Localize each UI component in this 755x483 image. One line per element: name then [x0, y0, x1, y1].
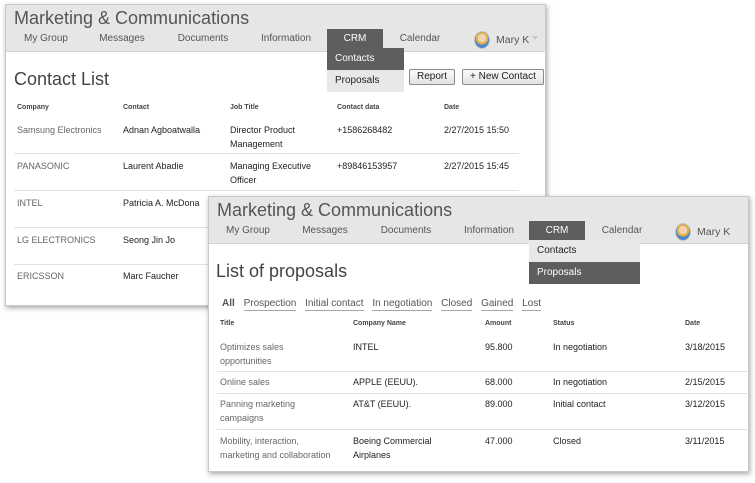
avatar	[474, 31, 490, 49]
row-divider	[14, 190, 519, 191]
contact-company: ERICSSON	[17, 271, 65, 281]
filter-gained[interactable]: Gained	[481, 298, 514, 311]
nav-documents[interactable]: Documents	[172, 29, 234, 52]
contact-job-title: Director Product Management	[230, 125, 296, 149]
contact-name[interactable]: Adnan Agboatwalla	[123, 123, 200, 137]
menu-item-proposals[interactable]: Proposals	[529, 262, 640, 284]
row-divider	[14, 153, 519, 154]
col-header-date: Date	[444, 104, 460, 111]
contact-date: 2/27/2015 15:50	[444, 125, 510, 135]
row-divider	[217, 371, 747, 372]
col-header-title: Title	[220, 320, 235, 327]
proposal-company: APPLE (EEUU).	[353, 377, 419, 387]
filter-in-negotiation[interactable]: In negotiation	[372, 298, 433, 311]
proposal-amount: 68.000	[485, 377, 513, 387]
main-nav: My Group Messages Documents Information …	[209, 221, 748, 244]
nav-my-group[interactable]: My Group	[18, 29, 74, 52]
report-button[interactable]: Report	[409, 69, 456, 85]
proposal-date: 2/15/2015	[685, 377, 726, 387]
proposal-date: 3/12/2015	[685, 399, 726, 409]
nav-information[interactable]: Information	[457, 221, 521, 244]
nav-messages[interactable]: Messages	[297, 221, 353, 244]
nav-my-group[interactable]: My Group	[222, 221, 274, 244]
nav-documents[interactable]: Documents	[375, 221, 437, 244]
proposal-amount: 95.800	[485, 342, 513, 352]
contact-company: PANASONIC	[17, 161, 70, 171]
menu-item-contacts[interactable]: Contacts	[327, 48, 404, 70]
page-title: List of proposals	[216, 261, 348, 281]
proposal-company: Boeing Commercial Airplanes	[353, 436, 432, 460]
nav-information[interactable]: Information	[254, 29, 318, 52]
proposal-status: In negotiation	[553, 342, 608, 352]
contact-name[interactable]: Marc Faucher	[123, 269, 179, 283]
app-title: Marketing & Communications	[217, 200, 453, 220]
proposal-status: In negotiation	[553, 377, 608, 387]
contact-data: +89846153957	[337, 161, 398, 171]
filter-closed[interactable]: Closed	[441, 298, 473, 311]
proposal-title[interactable]: Optimizes sales opportunities	[220, 340, 284, 368]
chevron-down-icon	[532, 36, 538, 40]
col-header-contact-data: Contact data	[337, 104, 380, 111]
proposal-status: Closed	[553, 436, 582, 446]
contact-name[interactable]: Patricia A. McDona	[123, 196, 200, 210]
proposal-company: INTEL	[353, 342, 379, 352]
app-title: Marketing & Communications	[14, 8, 250, 28]
menu-item-proposals[interactable]: Proposals	[327, 70, 404, 92]
col-header-date: Date	[685, 320, 701, 327]
crm-dropdown: Contacts Proposals	[529, 240, 640, 284]
proposal-date: 3/11/2015	[685, 436, 725, 446]
row-divider	[217, 393, 747, 394]
filter-lost[interactable]: Lost	[522, 298, 542, 311]
app-header: Marketing & Communications My Group Mess…	[6, 5, 545, 52]
contact-date: 2/27/2015 15:45	[444, 161, 510, 171]
user-name: Mary K	[697, 226, 731, 238]
proposal-amount: 47.000	[485, 436, 513, 446]
contact-name[interactable]: Seong Jin Jo	[123, 233, 175, 247]
contact-job-title: Managing Executive Officer	[230, 161, 312, 185]
col-header-contact: Contact	[123, 104, 150, 111]
contact-company: Samsung Electronics	[17, 125, 102, 135]
crm-dropdown: Contacts Proposals	[327, 48, 404, 92]
contact-company: INTEL	[17, 198, 43, 208]
filter-prospection[interactable]: Prospection	[243, 298, 297, 311]
proposal-amount: 89.000	[485, 399, 513, 409]
proposal-title[interactable]: Online sales	[220, 375, 270, 389]
col-header-company: Company	[17, 104, 49, 111]
contact-name[interactable]: Laurent Abadie	[123, 159, 184, 173]
proposal-title[interactable]: Panning marketing campaigns	[220, 397, 295, 425]
proposals-window: Marketing & Communications My Group Mess…	[208, 196, 749, 472]
proposal-title[interactable]: Mobility, interaction, marketing and col…	[220, 434, 331, 462]
filter-initial-contact[interactable]: Initial contact	[305, 298, 364, 311]
col-header-status: Status	[553, 320, 575, 327]
avatar	[675, 223, 691, 241]
contact-data: +1586268482	[337, 125, 393, 135]
contact-company: LG ELECTRONICS	[17, 235, 96, 245]
proposal-company: AT&T (EEUU).	[353, 399, 412, 409]
new-contact-button[interactable]: + New Contact	[462, 69, 544, 85]
page-title: Contact List	[14, 69, 110, 89]
col-header-job-title: Job Title	[230, 104, 259, 111]
proposal-status: Initial contact	[553, 399, 606, 409]
app-header: Marketing & Communications My Group Mess…	[209, 197, 748, 244]
col-header-amount: Amount	[485, 320, 512, 327]
nav-messages[interactable]: Messages	[94, 29, 150, 52]
filter-all[interactable]: All	[222, 298, 235, 310]
main-nav: My Group Messages Documents Information …	[6, 29, 545, 52]
col-header-company-name: Company Name	[353, 320, 406, 327]
proposal-date: 3/18/2015	[685, 342, 726, 352]
status-filter-bar: All Prospection Initial contact In negot…	[222, 298, 547, 311]
user-name: Mary K	[496, 34, 530, 46]
row-divider	[217, 429, 747, 430]
menu-item-contacts[interactable]: Contacts	[529, 240, 640, 262]
